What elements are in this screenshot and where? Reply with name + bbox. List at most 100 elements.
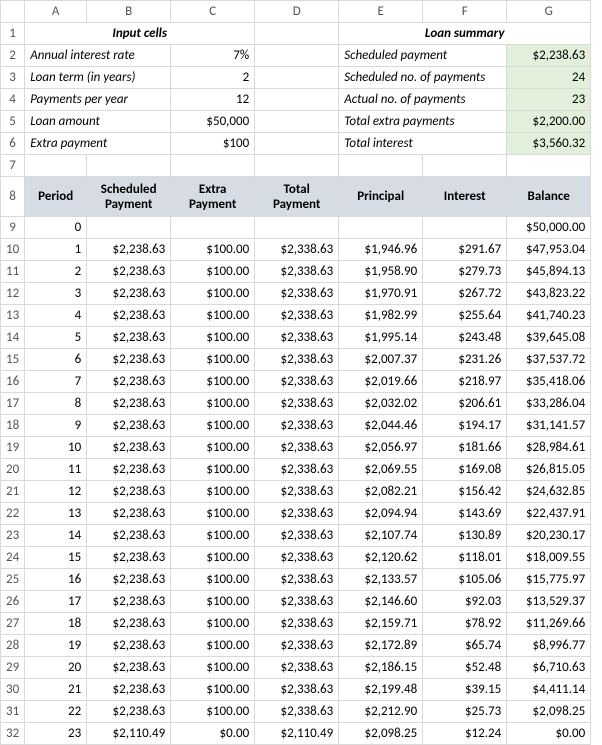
cell-interest[interactable]: $105.06 [423,569,507,591]
row-header[interactable]: 28 [1,635,25,657]
cell-balance[interactable]: $6,710.63 [507,657,591,679]
cell-scheduled[interactable]: $2,238.63 [87,657,171,679]
row-header[interactable]: 6 [1,133,25,155]
cell-period[interactable]: 10 [25,437,87,459]
cell-interest[interactable]: $231.26 [423,349,507,371]
cell-balance[interactable]: $4,411.14 [507,679,591,701]
cell-balance[interactable]: $24,632.85 [507,481,591,503]
cell[interactable] [87,155,171,177]
cell-interest[interactable]: $279.73 [423,261,507,283]
cell-extra[interactable]: $100.00 [171,701,255,723]
cell[interactable] [255,45,339,67]
input-cells-title[interactable]: Input cells [25,23,255,45]
cell-balance[interactable]: $33,286.04 [507,393,591,415]
cell-extra[interactable]: $100.00 [171,635,255,657]
cell-period[interactable]: 4 [25,305,87,327]
cell-scheduled[interactable]: $2,238.63 [87,635,171,657]
cell-extra[interactable]: $100.00 [171,525,255,547]
row-header[interactable]: 1 [1,23,25,45]
cell-balance[interactable]: $31,141.57 [507,415,591,437]
cell-extra[interactable]: $100.00 [171,393,255,415]
row-header[interactable]: 15 [1,349,25,371]
cell-extra[interactable]: $100.00 [171,305,255,327]
row-header[interactable]: 12 [1,283,25,305]
cell-principal[interactable]: $2,082.21 [339,481,423,503]
cell-interest[interactable]: $255.64 [423,305,507,327]
value-total-extra[interactable]: $2,200.00 [507,111,591,133]
cell-principal[interactable]: $2,159.71 [339,613,423,635]
cell-total[interactable]: $2,338.63 [255,261,339,283]
cell-extra[interactable]: $100.00 [171,371,255,393]
value-loan-amount[interactable]: $50,000 [171,111,255,133]
cell-period[interactable]: 5 [25,327,87,349]
row-header[interactable]: 3 [1,67,25,89]
cell[interactable] [423,155,507,177]
cell-extra[interactable]: $0.00 [171,723,255,745]
cell-total[interactable]: $2,338.63 [255,701,339,723]
cell-interest[interactable]: $218.97 [423,371,507,393]
cell-balance[interactable]: $22,437.91 [507,503,591,525]
cell-total[interactable]: $2,338.63 [255,679,339,701]
cell-principal[interactable]: $1,982.99 [339,305,423,327]
cell-scheduled[interactable]: $2,238.63 [87,327,171,349]
cell-principal[interactable]: $2,212.90 [339,701,423,723]
cell-total[interactable]: $2,338.63 [255,305,339,327]
cell-period[interactable]: 16 [25,569,87,591]
cell-total[interactable]: $2,338.63 [255,239,339,261]
cell-interest[interactable]: $39.15 [423,679,507,701]
cell[interactable] [255,89,339,111]
cell[interactable] [171,155,255,177]
cell-total[interactable]: $2,338.63 [255,635,339,657]
cell-extra[interactable]: $100.00 [171,503,255,525]
label-extra-payment[interactable]: Extra payment [25,133,171,155]
cell-total[interactable]: $2,338.63 [255,459,339,481]
row-header[interactable]: 13 [1,305,25,327]
cell-scheduled[interactable]: $2,238.63 [87,569,171,591]
cell-balance[interactable]: $13,529.37 [507,591,591,613]
cell-principal[interactable]: $2,094.94 [339,503,423,525]
cell-interest[interactable]: $267.72 [423,283,507,305]
cell-principal[interactable]: $2,032.02 [339,393,423,415]
row-header[interactable]: 26 [1,591,25,613]
cell-scheduled[interactable]: $2,110.49 [87,723,171,745]
cell-total[interactable]: $2,338.63 [255,569,339,591]
label-loan-amount[interactable]: Loan amount [25,111,171,133]
cell-principal[interactable] [339,217,423,239]
row-header[interactable]: 14 [1,327,25,349]
cell-total[interactable]: $2,338.63 [255,327,339,349]
cell-period[interactable]: 21 [25,679,87,701]
cell-total[interactable]: $2,338.63 [255,525,339,547]
cell-extra[interactable]: $100.00 [171,613,255,635]
loan-summary-title[interactable]: Loan summary [339,23,591,45]
cell[interactable] [507,155,591,177]
cell-period[interactable]: 7 [25,371,87,393]
cell-extra[interactable]: $100.00 [171,481,255,503]
cell-balance[interactable]: $11,269.66 [507,613,591,635]
cell-balance[interactable]: $43,823.22 [507,283,591,305]
cell-balance[interactable]: $45,894.13 [507,261,591,283]
cell-principal[interactable]: $2,044.46 [339,415,423,437]
cell-principal[interactable]: $1,995.14 [339,327,423,349]
cell-scheduled[interactable]: $2,238.63 [87,481,171,503]
cell-period[interactable]: 18 [25,613,87,635]
cell-interest[interactable]: $143.69 [423,503,507,525]
cell-period[interactable]: 22 [25,701,87,723]
cell-balance[interactable]: $2,098.25 [507,701,591,723]
cell-extra[interactable]: $100.00 [171,657,255,679]
cell-period[interactable]: 3 [25,283,87,305]
cell-scheduled[interactable]: $2,238.63 [87,283,171,305]
cell-interest[interactable]: $25.73 [423,701,507,723]
cell-total[interactable]: $2,338.63 [255,503,339,525]
label-loan-term[interactable]: Loan term (in years) [25,67,171,89]
cell-scheduled[interactable]: $2,238.63 [87,503,171,525]
row-header[interactable]: 19 [1,437,25,459]
cell-period[interactable]: 12 [25,481,87,503]
cell-period[interactable]: 9 [25,415,87,437]
row-header[interactable]: 20 [1,459,25,481]
col-header-A[interactable]: A [25,1,87,23]
col-scheduled-payment[interactable]: Scheduled Payment [87,177,171,217]
cell-extra[interactable]: $100.00 [171,327,255,349]
value-loan-term[interactable]: 2 [171,67,255,89]
label-annual-rate[interactable]: Annual interest rate [25,45,171,67]
cell[interactable] [339,155,423,177]
